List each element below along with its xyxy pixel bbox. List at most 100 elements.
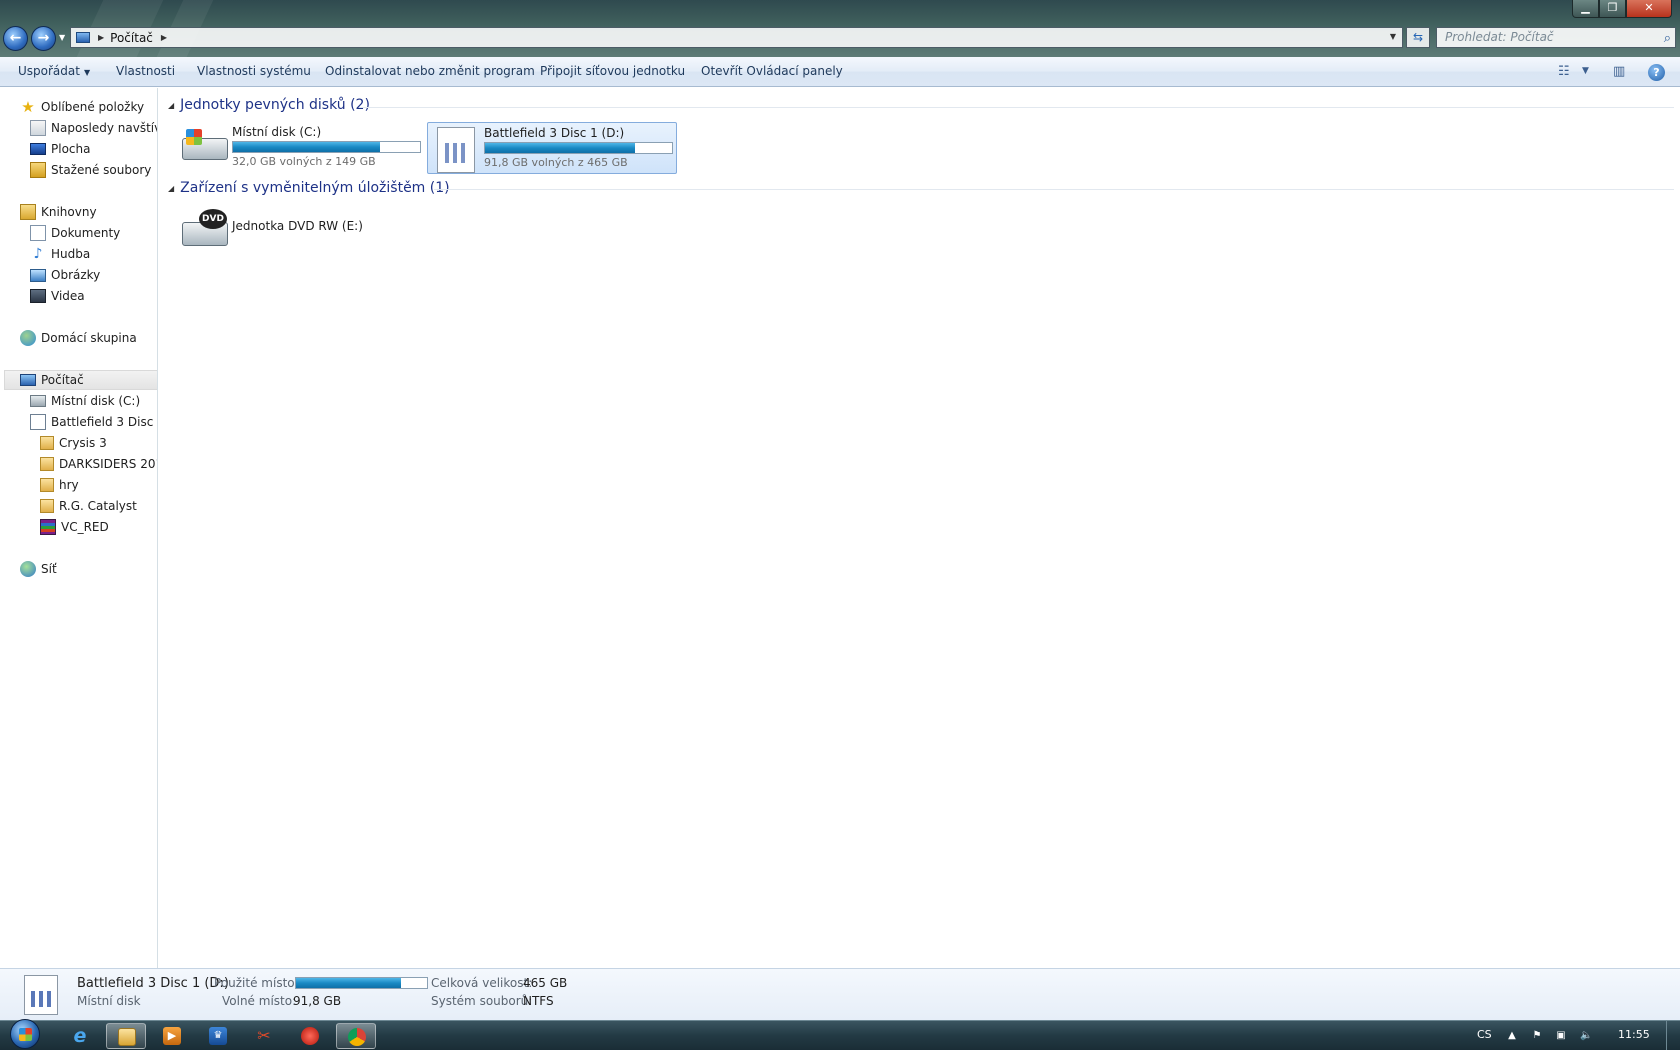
free-space-label: Volné místo: (222, 994, 297, 1008)
sidebar-item-desktop[interactable]: Plocha (30, 139, 90, 159)
window-titlebar: ▁ ❐ ✕ ← → ▼ ▶ Počítač ▶ ▼ ⇆ Prohledat: P… (0, 0, 1680, 57)
properties-button[interactable]: Vlastnosti (116, 64, 175, 78)
group-header-hard-drives[interactable]: ◢ Jednotky pevných disků (2) (168, 97, 370, 113)
show-desktop-button[interactable] (1666, 1021, 1680, 1050)
folder-icon (118, 1028, 136, 1046)
sidebar-item-folder[interactable]: R.G. Catalyst (40, 496, 137, 516)
details-subtitle: Místní disk (77, 994, 141, 1008)
sidebar-computer[interactable]: Počítač (4, 370, 157, 390)
sidebar-libraries[interactable]: Knihovny (20, 202, 97, 222)
minimize-button[interactable]: ▁ (1572, 0, 1599, 18)
uninstall-program-button[interactable]: Odinstalovat nebo změnit program (325, 64, 535, 78)
sidebar-item-downloads[interactable]: Stažené soubory (30, 160, 151, 180)
folder-icon (40, 499, 54, 513)
network-tray-icon[interactable]: ▣ (1555, 1030, 1567, 1042)
folder-icon (40, 478, 54, 492)
hard-drive-icon (182, 129, 228, 160)
sidebar-item-archive[interactable]: VC_RED (40, 517, 109, 537)
sidebar-item-label: Počítač (41, 373, 84, 387)
sidebar-item-drive-c[interactable]: Místní disk (C:) (30, 391, 140, 411)
show-hidden-icons-icon[interactable]: ▲ (1506, 1030, 1518, 1042)
recent-places-icon (30, 120, 46, 136)
details-pane: Battlefield 3 Disc 1 (D:) Místní disk Po… (0, 968, 1680, 1020)
search-input[interactable]: Prohledat: Počítač ⌕ (1436, 27, 1676, 48)
disc-grid-icon (445, 143, 467, 163)
drive-name: Místní disk (C:) (232, 125, 322, 139)
breadcrumb-computer[interactable]: Počítač (110, 31, 153, 45)
sidebar-item-label: Plocha (51, 142, 91, 156)
search-icon[interactable]: ⌕ (1664, 29, 1671, 48)
drive-tile-d[interactable]: Battlefield 3 Disc 1 (D:) 91,8 GB volnýc… (427, 122, 677, 174)
sidebar-item-folder[interactable]: DARKSIDERS 2010 (40, 454, 157, 474)
sidebar-item-pictures[interactable]: Obrázky (30, 265, 100, 285)
free-space-value: 91,8 GB (293, 994, 342, 1008)
organize-button[interactable]: Uspořádat ▼ (18, 64, 90, 78)
taskbar-app-red-tool[interactable]: ✂ (244, 1023, 284, 1049)
language-indicator[interactable]: CS (1477, 1028, 1492, 1041)
red-circle-icon (301, 1027, 319, 1045)
address-dropdown-icon[interactable]: ▼ (1390, 32, 1396, 41)
drive-usage-bar (484, 142, 673, 154)
close-button[interactable]: ✕ (1626, 0, 1672, 18)
disc-grid-icon (31, 991, 51, 1007)
media-player-icon: ▶ (163, 1027, 181, 1045)
system-properties-button[interactable]: Vlastnosti systému (197, 64, 311, 78)
group-title: Zařízení s vyměnitelným úložištěm (1) (180, 180, 450, 196)
sidebar-item-drive-d[interactable]: Battlefield 3 Disc 1 (D:) (30, 412, 157, 432)
sidebar-item-music[interactable]: ♪ Hudba (30, 244, 91, 264)
volume-icon[interactable]: 🔈 (1580, 1030, 1592, 1042)
drive-tile-c[interactable]: Místní disk (C:) 32,0 GB volných z 149 G… (176, 122, 426, 174)
group-header-removable[interactable]: ◢ Zařízení s vyměnitelným úložištěm (1) (168, 180, 450, 196)
sidebar-item-label: R.G. Catalyst (59, 499, 137, 513)
breadcrumb-separator[interactable]: ▶ (98, 33, 104, 42)
group-title: Jednotky pevných disků (2) (180, 97, 370, 113)
forward-button[interactable]: → (31, 26, 56, 51)
sidebar-network[interactable]: Síť (20, 559, 57, 579)
breadcrumb-separator[interactable]: ▶ (161, 33, 167, 42)
videos-icon (30, 289, 46, 303)
taskbar-internet-explorer[interactable]: e (60, 1023, 100, 1049)
sidebar-item-folder[interactable]: hry (40, 475, 79, 495)
preview-pane-icon[interactable]: ▥ (1613, 64, 1625, 79)
address-bar[interactable]: ▶ Počítač ▶ ▼ (70, 27, 1403, 48)
refresh-button[interactable]: ⇆ (1406, 27, 1430, 48)
view-options-dropdown-icon[interactable]: ▼ (1582, 66, 1589, 76)
sidebar-favorites[interactable]: ★ Oblíbené položky (20, 97, 144, 117)
map-network-drive-button[interactable]: Připojit síťovou jednotku (540, 64, 685, 78)
libraries-icon (20, 204, 36, 220)
sidebar-item-videos[interactable]: Videa (30, 286, 85, 306)
collapse-triangle-icon[interactable]: ◢ (168, 101, 174, 110)
total-size-label: Celková velikost: (431, 976, 533, 990)
maximize-button[interactable]: ❐ (1599, 0, 1626, 18)
sidebar-item-label: Naposledy navštívené (51, 121, 157, 135)
sidebar-item-label: Místní disk (C:) (51, 394, 141, 408)
open-control-panel-button[interactable]: Otevřít Ovládací panely (701, 64, 843, 78)
sidebar-item-recent[interactable]: Naposledy navštívené (30, 118, 157, 138)
sidebar-item-label: Oblíbené položky (41, 100, 145, 114)
sidebar-item-label: Domácí skupina (41, 331, 137, 345)
collapse-triangle-icon[interactable]: ◢ (168, 184, 174, 193)
back-button[interactable]: ← (3, 26, 28, 51)
taskbar-app-red-circle[interactable] (290, 1023, 330, 1049)
taskbar-windows-explorer[interactable] (106, 1023, 146, 1049)
taskbar-app-blue[interactable]: ♛ (198, 1023, 238, 1049)
disc-image-icon (437, 127, 475, 173)
help-button[interactable]: ? (1648, 64, 1665, 81)
sidebar-homegroup[interactable]: Domácí skupina (20, 328, 137, 348)
drive-tile-dvd[interactable]: DVD Jednotka DVD RW (E:) (176, 202, 426, 254)
clock[interactable]: 11:55 (1618, 1028, 1650, 1041)
taskbar-media-player[interactable]: ▶ (152, 1023, 192, 1049)
chrome-icon (348, 1028, 366, 1046)
action-center-flag-icon[interactable]: ⚑ (1531, 1030, 1543, 1042)
sidebar-item-folder[interactable]: Crysis 3 (40, 433, 107, 453)
taskbar-chrome[interactable] (336, 1023, 376, 1049)
sidebar-item-label: Battlefield 3 Disc 1 (D:) (51, 415, 157, 429)
sidebar-item-documents[interactable]: Dokumenty (30, 223, 120, 243)
drive-free-space: 91,8 GB volných z 465 GB (484, 156, 628, 169)
file-list: ◢ Jednotky pevných disků (2) Místní disk… (159, 88, 1680, 968)
recent-pages-dropdown[interactable]: ▼ (59, 33, 65, 42)
group-divider (434, 189, 1674, 190)
start-button[interactable] (6, 1019, 46, 1050)
change-view-icon[interactable]: ☷ (1558, 64, 1570, 79)
details-usage-bar (295, 977, 428, 989)
